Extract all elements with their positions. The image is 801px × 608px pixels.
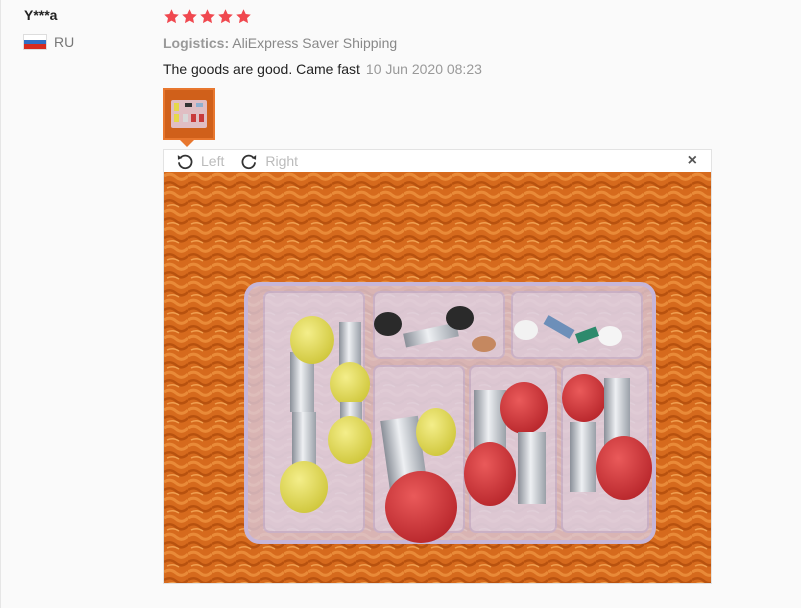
thumbnail-pointer — [180, 140, 194, 147]
image-viewer: Left Right × — [163, 149, 712, 584]
thumbnail-image — [165, 90, 213, 138]
rotate-left-label: Left — [201, 153, 225, 169]
logistics-value: AliExpress Saver Shipping — [232, 35, 398, 51]
rotate-right-button[interactable]: Right — [240, 152, 298, 170]
star-icon — [218, 8, 233, 23]
rotate-left-button[interactable]: Left — [176, 152, 224, 170]
logistics-label: Logistics: — [163, 35, 230, 51]
star-icon — [200, 8, 215, 23]
star-rating — [163, 6, 723, 26]
star-icon — [164, 8, 179, 23]
rotate-right-label: Right — [265, 153, 299, 169]
left-border — [0, 0, 1, 608]
rotate-right-icon — [241, 154, 257, 170]
logistics-line: Logistics: AliExpress Saver Shipping — [163, 34, 723, 52]
rotate-left-icon — [177, 154, 193, 170]
user-name: Y***a — [24, 7, 58, 23]
star-icon — [182, 8, 197, 23]
close-icon[interactable]: × — [688, 152, 697, 170]
review-photo — [164, 172, 711, 583]
reviewer-info: Y***a RU — [24, 6, 144, 50]
review-body: Logistics: AliExpress Saver Shipping The… — [163, 6, 723, 78]
country-code: RU — [54, 34, 75, 50]
feedback-line: The goods are good. Came fast 10 Jun 2020… — [163, 60, 723, 78]
feedback-text: The goods are good. Came fast — [163, 61, 360, 77]
user-country: RU — [24, 34, 144, 50]
feedback-date: 10 Jun 2020 08:23 — [365, 61, 482, 77]
viewer-toolbar: Left Right × — [164, 150, 711, 172]
photo-thumbnail[interactable] — [163, 88, 215, 140]
review-photo-image — [164, 172, 711, 583]
star-icon — [236, 8, 251, 23]
russia-flag-icon — [24, 35, 46, 50]
